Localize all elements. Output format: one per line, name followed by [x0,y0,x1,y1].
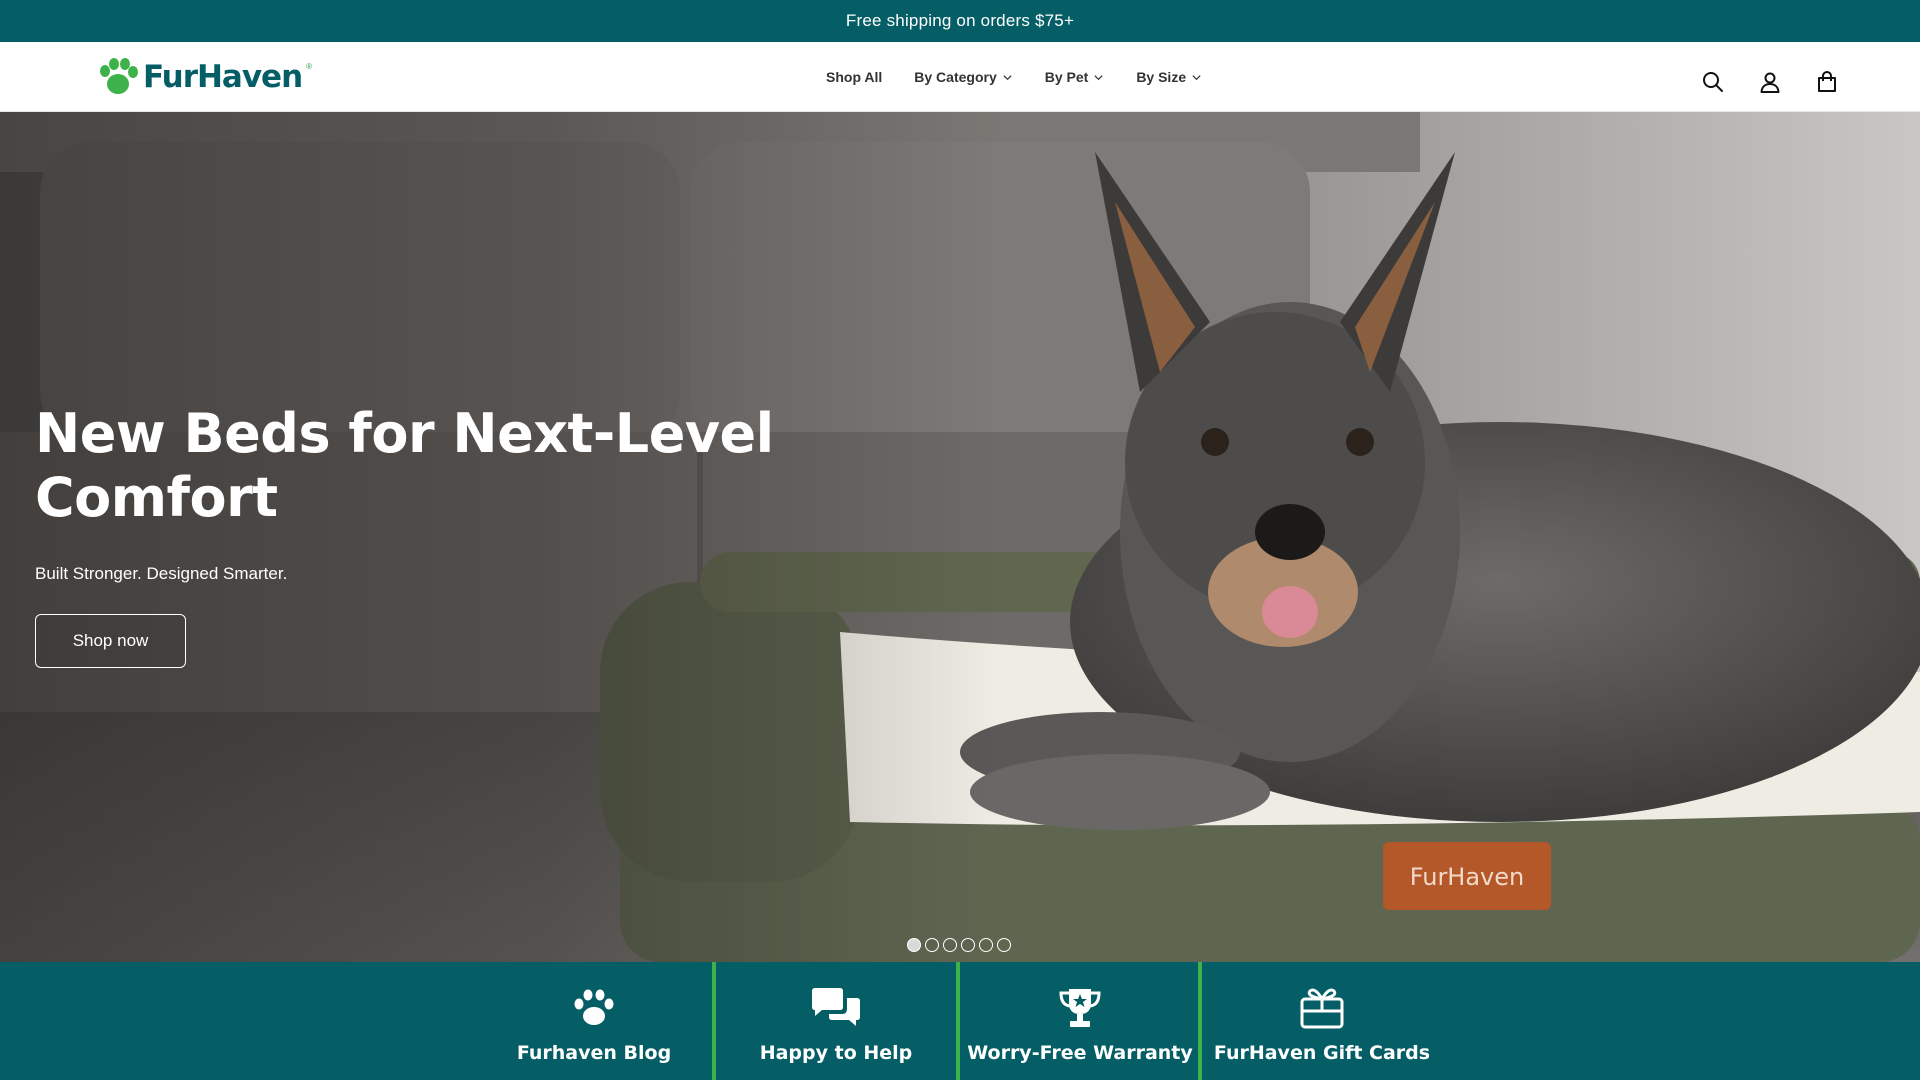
nav-by-size-label: By Size [1136,69,1187,85]
account-button[interactable] [1756,69,1783,96]
feature-strip: Furhaven Blog Happy to Help Worry-Free W… [0,962,1920,1080]
chevron-down-icon [1192,74,1201,80]
nav-by-pet[interactable]: By Pet [1045,69,1105,85]
carousel-dot-2[interactable] [925,938,939,952]
nav-by-size[interactable]: By Size [1136,69,1202,85]
cart-button[interactable] [1813,69,1840,96]
carousel-dot-6[interactable] [997,938,1011,952]
hero-subtitle: Built Stronger. Designed Smarter. [35,564,288,583]
hero-banner: FurHaven New Beds for Next-Level Comfort… [0,112,1920,962]
logo-text: FurHaven [143,59,303,95]
search-button[interactable] [1699,69,1726,96]
nav-by-pet-label: By Pet [1044,69,1089,85]
hero-title: New Beds for Next-Level Comfort [35,402,795,530]
carousel-dot-4[interactable] [961,938,975,952]
hero-title-line-1: New Beds for Next-Level [35,402,774,465]
account-icon [1760,72,1779,93]
feature-warranty-label: Worry-Free Warranty [967,1042,1193,1064]
logo-registered-mark: ® [306,62,313,71]
main-nav: Shop All By Category By Pet By Size [826,42,1202,112]
carousel-dots [907,938,1011,952]
feature-blog-label: Furhaven Blog [516,1042,672,1064]
nav-by-category-label: By Category [914,69,997,85]
nav-shop-all[interactable]: Shop All [826,69,882,85]
paw-logo-icon [100,58,138,94]
announcement-bar: Free shipping on orders $75+ [0,0,1920,42]
shop-now-button[interactable]: Shop now [35,614,186,668]
feature-help[interactable]: Happy to Help [716,962,956,1080]
site-header: FurHaven ® Shop All By Category By Pet B… [0,42,1920,112]
gift-icon [1300,988,1344,1029]
carousel-dot-5[interactable] [979,938,993,952]
feature-gift-cards-label: FurHaven Gift Cards [1213,1042,1431,1064]
hero-title-line-2: Comfort [35,466,278,529]
announcement-text: Free shipping on orders $75+ [845,11,1075,30]
chevron-down-icon [1094,74,1103,80]
chevron-down-icon [1003,74,1012,80]
carousel-dot-3[interactable] [943,938,957,952]
feature-blog[interactable]: Furhaven Blog [474,962,714,1080]
feature-gift-cards[interactable]: FurHaven Gift Cards [1202,962,1442,1080]
search-icon [1702,72,1723,92]
bed-tag-text: FurHaven [1410,863,1525,891]
nav-shop-all-label: Shop All [826,69,883,85]
trophy-icon [1059,989,1101,1027]
paw-icon [574,989,614,1025]
feature-warranty[interactable]: Worry-Free Warranty [960,962,1200,1080]
hero-content: New Beds for Next-Level Comfort Built St… [35,402,795,668]
feature-help-label: Happy to Help [759,1042,913,1064]
nav-by-category[interactable]: By Category [914,69,1012,85]
header-actions [1699,42,1840,112]
cart-icon [1817,70,1836,92]
logo[interactable]: FurHaven ® [97,56,312,98]
carousel-dot-1[interactable] [907,938,921,952]
chat-icon [812,988,860,1026]
